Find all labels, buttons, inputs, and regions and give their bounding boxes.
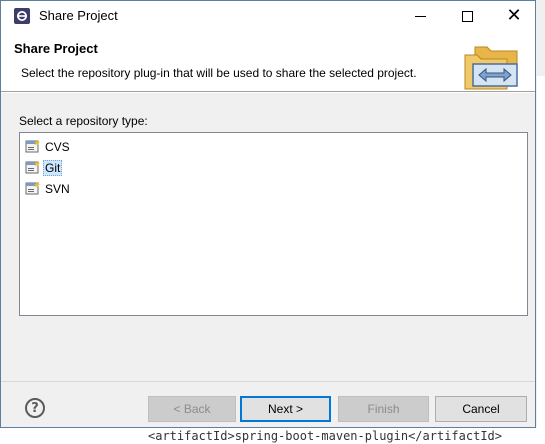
finish-button[interactable]: Finish [338, 396, 429, 422]
minimize-button[interactable] [397, 1, 443, 31]
maximize-icon [461, 10, 473, 22]
title-bar[interactable]: Share Project ✕ [1, 1, 535, 31]
back-button[interactable]: < Back [148, 396, 236, 422]
window-title: Share Project [39, 8, 118, 23]
list-item-label: SVN [45, 182, 70, 196]
next-button[interactable]: Next > [240, 396, 331, 422]
footer-separator [1, 381, 535, 382]
close-button[interactable]: ✕ [491, 1, 537, 31]
page-description: Select the repository plug-in that will … [21, 66, 417, 80]
list-item-git[interactable]: Git [25, 159, 63, 177]
help-icon: ? [31, 400, 39, 416]
list-item-label: CVS [45, 140, 70, 154]
git-repository-icon [25, 161, 40, 174]
editor-background-right [537, 76, 545, 444]
help-button[interactable]: ? [25, 398, 45, 418]
editor-background-bottom: <artifactId>spring-boot-maven-plugin</ar… [0, 428, 545, 444]
editor-code-line: <artifactId>spring-boot-maven-plugin</ar… [148, 429, 503, 443]
repository-type-label: Select a repository type: [19, 114, 148, 128]
page-title: Share Project [14, 41, 98, 56]
close-icon: ✕ [506, 5, 522, 26]
repository-type-list[interactable]: CVS Git SVN [19, 132, 528, 316]
eclipse-app-icon [14, 8, 30, 24]
svn-repository-icon [25, 182, 40, 195]
list-item-label: Git [43, 160, 63, 176]
cancel-button[interactable]: Cancel [435, 396, 527, 422]
header-separator-highlight [1, 92, 535, 93]
share-project-dialog: Share Project ✕ Share Project Select the… [0, 0, 536, 428]
list-item-cvs[interactable]: CVS [25, 138, 72, 156]
minimize-icon [414, 15, 426, 17]
cvs-repository-icon [25, 140, 40, 153]
list-item-svn[interactable]: SVN [25, 180, 72, 198]
maximize-button[interactable] [444, 1, 490, 31]
wizard-header: Share Project Select the repository plug… [1, 31, 535, 91]
share-folders-icon [464, 46, 518, 90]
